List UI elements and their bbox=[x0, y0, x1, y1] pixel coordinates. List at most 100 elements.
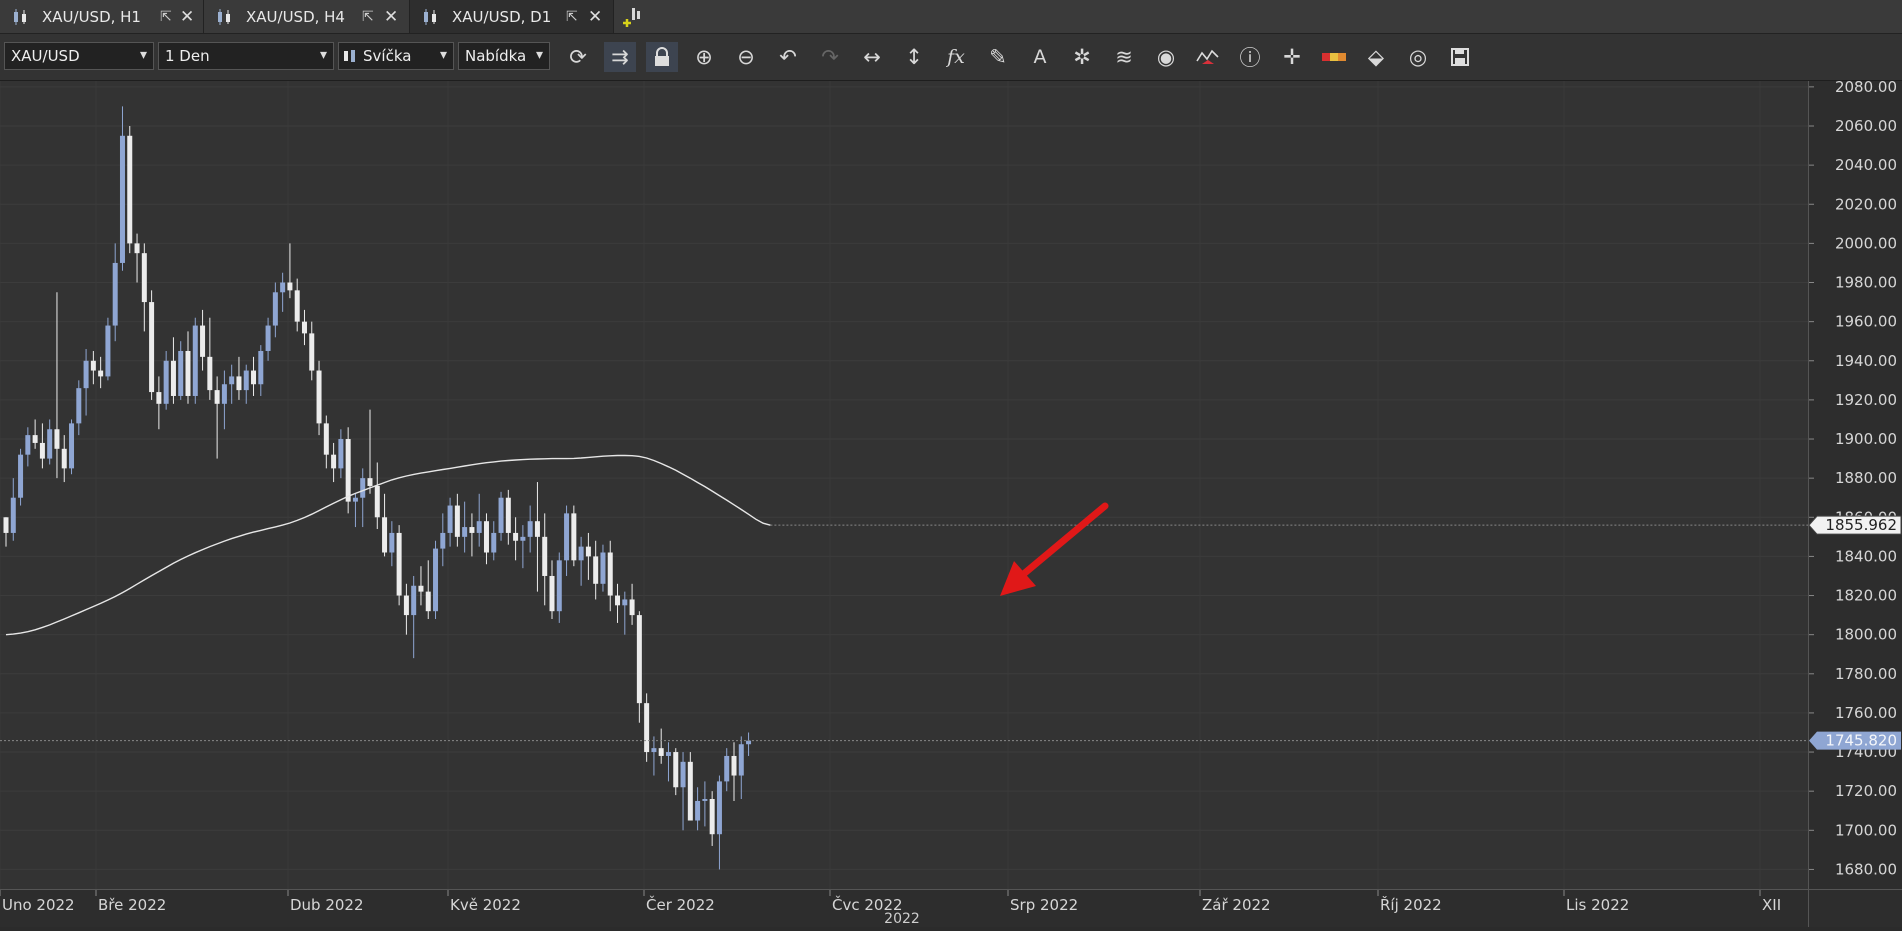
chart-canvas[interactable] bbox=[0, 81, 1808, 889]
price-tick-label: 1900.00 bbox=[1835, 430, 1897, 448]
zoom-in-icon[interactable]: ⊕ bbox=[688, 42, 720, 72]
candle bbox=[615, 583, 621, 623]
objects-icon[interactable]: ✲ bbox=[1066, 42, 1098, 72]
candle-body bbox=[644, 703, 650, 753]
chevron-down-icon: ▾ bbox=[535, 47, 543, 63]
candle bbox=[345, 427, 351, 514]
redo-icon[interactable]: ↷ bbox=[814, 42, 846, 72]
candle-body bbox=[716, 781, 722, 835]
popout-icon[interactable]: ⇱ bbox=[160, 9, 172, 25]
popout-icon[interactable]: ⇱ bbox=[362, 9, 374, 25]
candle-body bbox=[61, 448, 67, 469]
candle bbox=[651, 736, 657, 776]
price-axis[interactable]: 2080.00 2060.00 2040.00 2020.00 2000.00 1980.… bbox=[1808, 78, 1902, 889]
paint-bucket-icon[interactable]: ⬙ bbox=[1360, 42, 1392, 72]
candle bbox=[243, 364, 249, 404]
save-icon[interactable] bbox=[1444, 42, 1476, 72]
candle bbox=[418, 566, 424, 606]
close-icon[interactable]: ✕ bbox=[180, 7, 194, 27]
price-tick-label: 1800.00 bbox=[1835, 626, 1897, 644]
candle-body bbox=[185, 350, 191, 396]
candlestick-icon bbox=[344, 50, 355, 62]
candle-body bbox=[665, 752, 671, 756]
refresh-icon[interactable]: ⟳ bbox=[562, 42, 594, 72]
crosshair-icon[interactable]: ✛ bbox=[1276, 42, 1308, 72]
candle bbox=[316, 360, 322, 436]
candle bbox=[433, 540, 439, 620]
price-tick-label: 1780.00 bbox=[1835, 665, 1897, 683]
candle-body bbox=[556, 560, 562, 612]
candle bbox=[294, 278, 300, 332]
candle-body bbox=[251, 370, 257, 385]
pencil-icon[interactable]: ✎ bbox=[982, 42, 1014, 72]
candle-body bbox=[476, 521, 482, 533]
candle bbox=[280, 272, 286, 312]
reset-icon[interactable]: ◎ bbox=[1402, 42, 1434, 72]
candle-body bbox=[360, 478, 366, 498]
candle-body bbox=[374, 485, 380, 518]
candle bbox=[25, 427, 31, 467]
candle-body bbox=[316, 370, 322, 424]
time-tick-label: Srp 2022 bbox=[1010, 896, 1078, 914]
undo-icon[interactable]: ↶ bbox=[772, 42, 804, 72]
info-icon[interactable]: ⓘ bbox=[1234, 42, 1266, 72]
eye-icon[interactable]: ◉ bbox=[1150, 42, 1182, 72]
candle-body bbox=[702, 799, 708, 801]
price-type-select[interactable]: Nabídka ▾ bbox=[458, 42, 550, 70]
tab-xauusd-h1[interactable]: XAU/USD, H1 ⇱ ✕ bbox=[0, 0, 204, 33]
candlestick-icon bbox=[14, 8, 26, 25]
tab-label: XAU/USD, D1 bbox=[452, 7, 552, 26]
candle bbox=[731, 742, 737, 801]
candle bbox=[54, 292, 60, 479]
candle bbox=[265, 317, 271, 361]
candle-body bbox=[243, 370, 249, 391]
candle-body bbox=[39, 442, 45, 459]
candle bbox=[309, 321, 315, 381]
candle-body bbox=[32, 435, 38, 443]
candle-body bbox=[90, 360, 96, 371]
tab-xauusd-d1[interactable]: XAU/USD, D1 ⇱ ✕ bbox=[410, 0, 614, 33]
candle-body bbox=[309, 333, 315, 371]
price-chart[interactable] bbox=[0, 81, 1808, 889]
candlestick-icon bbox=[218, 8, 230, 25]
price-tick-label: 1760.00 bbox=[1835, 704, 1897, 722]
candle-body bbox=[236, 376, 242, 391]
candle bbox=[469, 513, 475, 557]
candle-body bbox=[331, 454, 337, 469]
vertical-scale-icon[interactable]: ↕ bbox=[898, 42, 930, 72]
color-scheme-icon[interactable] bbox=[1318, 42, 1350, 72]
chart-compare-icon[interactable] bbox=[1192, 42, 1224, 72]
horizontal-scale-icon[interactable]: ↔ bbox=[856, 42, 888, 72]
tab-xauusd-h4[interactable]: XAU/USD, H4 ⇱ ✕ bbox=[204, 0, 410, 33]
candle-body bbox=[615, 595, 621, 606]
chart-type-select[interactable]: Svíčka ▾ bbox=[338, 42, 454, 70]
candle-body bbox=[738, 744, 744, 776]
zoom-out-icon[interactable]: ⊖ bbox=[730, 42, 762, 72]
auto-scroll-icon[interactable]: ⇉ bbox=[604, 42, 636, 72]
candle bbox=[738, 736, 744, 800]
time-axis[interactable]: Uno 2022 Bře 2022 Dub 2022 Kvě 2022 Čer 2022… bbox=[0, 889, 1808, 927]
candle-body bbox=[287, 282, 293, 291]
close-icon[interactable]: ✕ bbox=[384, 7, 398, 27]
candle bbox=[687, 752, 693, 821]
popout-icon[interactable]: ⇱ bbox=[566, 9, 578, 25]
layers-icon[interactable]: ≋ bbox=[1108, 42, 1140, 72]
candle-body bbox=[527, 521, 533, 537]
period-select[interactable]: 1 Den ▾ bbox=[158, 42, 334, 70]
candle-body bbox=[425, 591, 431, 612]
candle-body bbox=[746, 740, 752, 745]
time-tick-label: Říj 2022 bbox=[1380, 895, 1442, 914]
candle bbox=[564, 505, 570, 576]
candle bbox=[105, 317, 111, 381]
indicators-fx-icon[interactable]: fx bbox=[940, 42, 972, 72]
text-tool-icon[interactable]: A bbox=[1024, 42, 1056, 72]
lock-icon[interactable] bbox=[646, 42, 678, 72]
symbol-select[interactable]: XAU/USD ▾ bbox=[4, 42, 154, 70]
candle-body bbox=[10, 497, 16, 533]
candle bbox=[163, 350, 169, 410]
candle-body bbox=[607, 552, 613, 596]
close-icon[interactable]: ✕ bbox=[588, 7, 602, 27]
chart-toolbar: XAU/USD ▾ 1 Den ▾ Svíčka ▾ Nabídka ▾ ⟳ ⇉ ⊕ ⊖… bbox=[0, 34, 1902, 81]
candle-body bbox=[454, 505, 460, 537]
add-chart-icon[interactable] bbox=[620, 4, 646, 30]
